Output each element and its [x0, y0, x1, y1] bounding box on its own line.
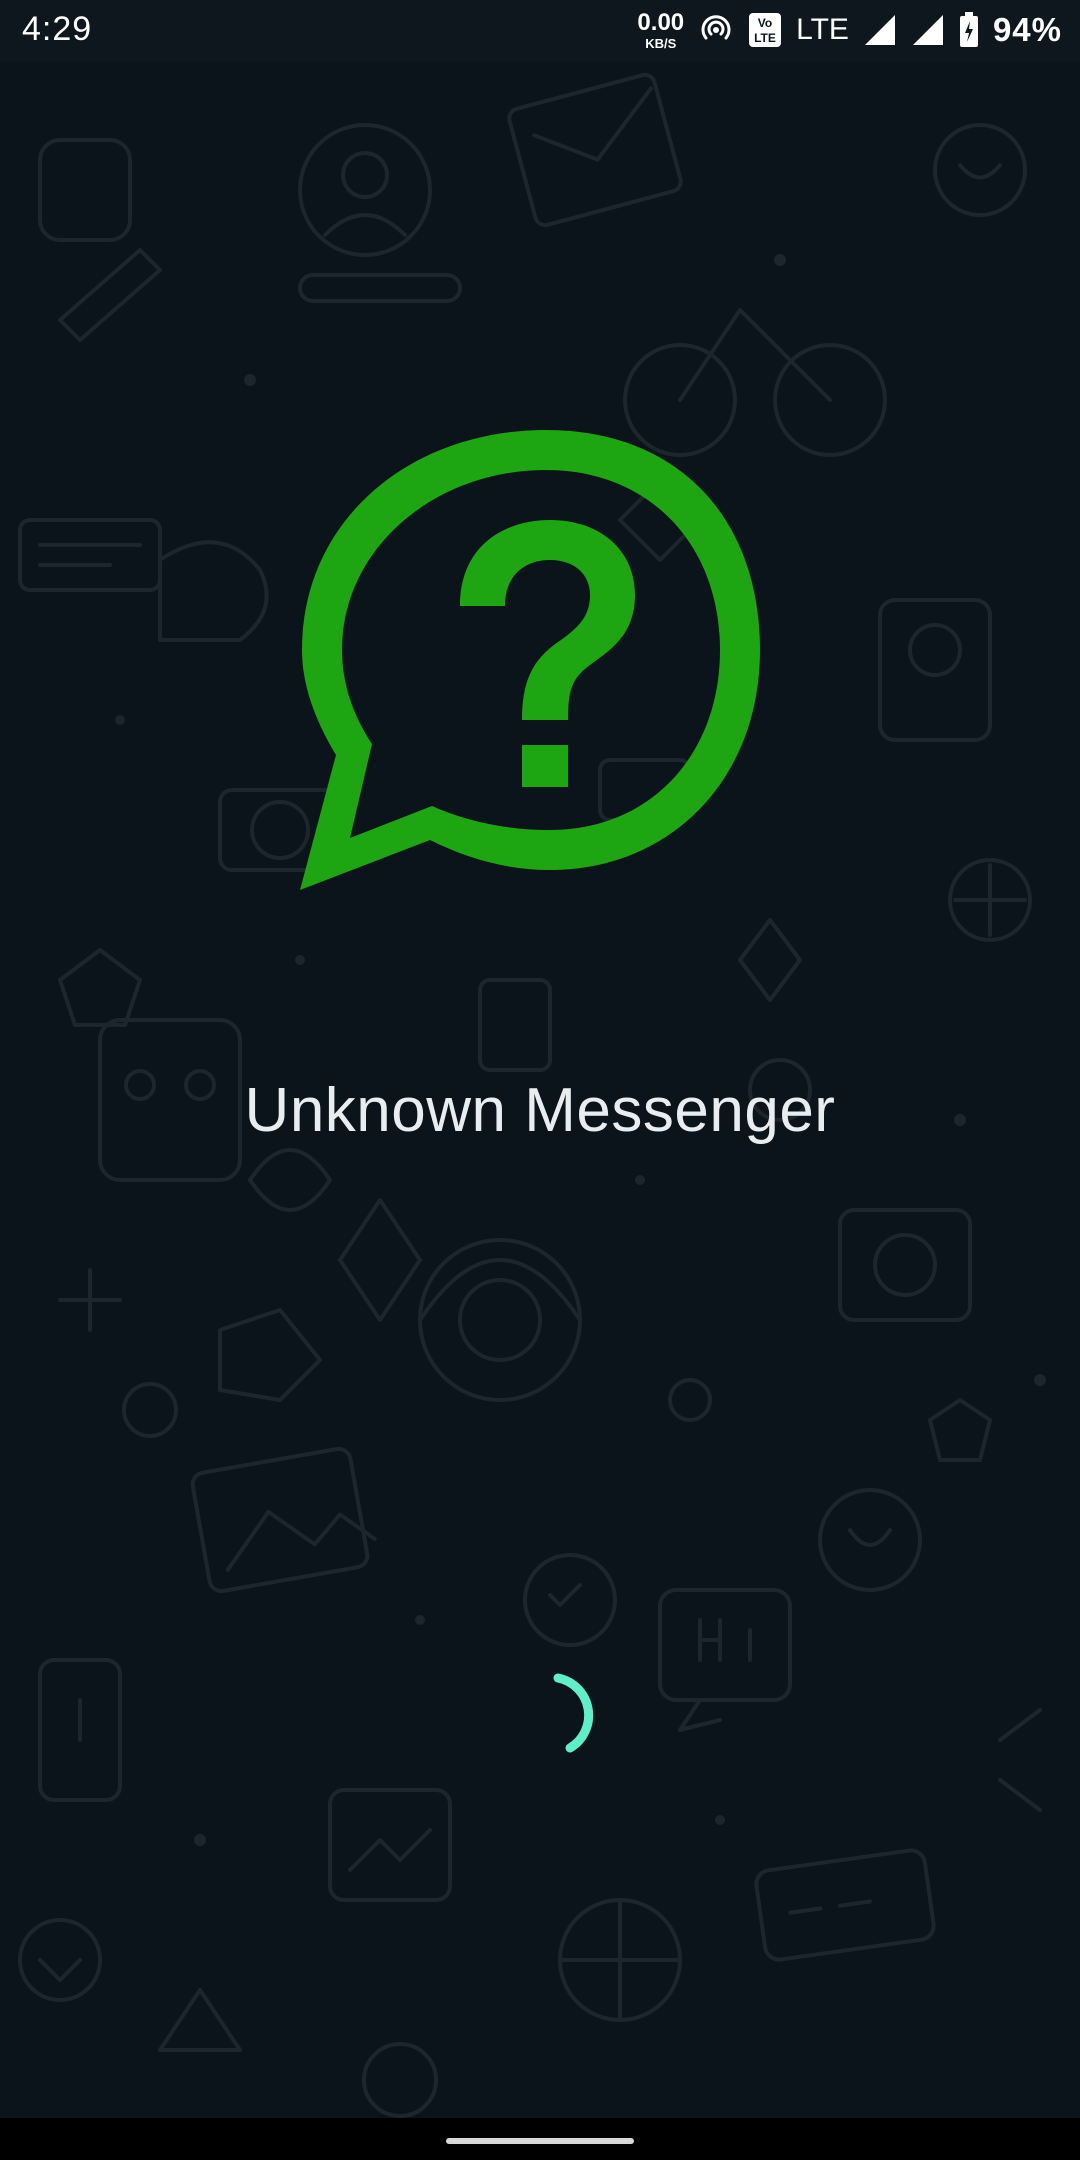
status-bar: 4:29 0.00 KB/S Vo LTE LTE 94%	[0, 0, 1080, 62]
svg-text:LTE: LTE	[754, 31, 776, 45]
app-name: Unknown Messenger	[244, 1076, 836, 1145]
volte-icon: Vo LTE	[748, 12, 782, 48]
hotspot-icon	[698, 12, 734, 48]
network-type-label: LTE	[796, 13, 849, 46]
status-time: 4:29	[22, 10, 93, 48]
battery-percent: 94%	[992, 11, 1062, 48]
network-speed-unit: KB/S	[645, 35, 677, 51]
home-gesture-handle[interactable]	[446, 2138, 634, 2144]
battery-charging-icon	[959, 12, 979, 48]
loading-spinner-icon	[553, 1673, 594, 1753]
svg-text:Vo: Vo	[758, 16, 772, 30]
question-chat-bubble-icon	[300, 430, 760, 890]
network-speed: 0.00 KB/S	[637, 8, 685, 51]
splash-screen: 4:29 0.00 KB/S Vo LTE LTE 94% Unknown Me…	[0, 0, 1080, 2160]
status-icons: 0.00 KB/S Vo LTE LTE 94%	[637, 8, 1062, 52]
network-speed-value: 0.00	[637, 8, 685, 36]
signal-strength-icon-2	[911, 13, 945, 47]
signal-strength-icon	[863, 13, 897, 47]
